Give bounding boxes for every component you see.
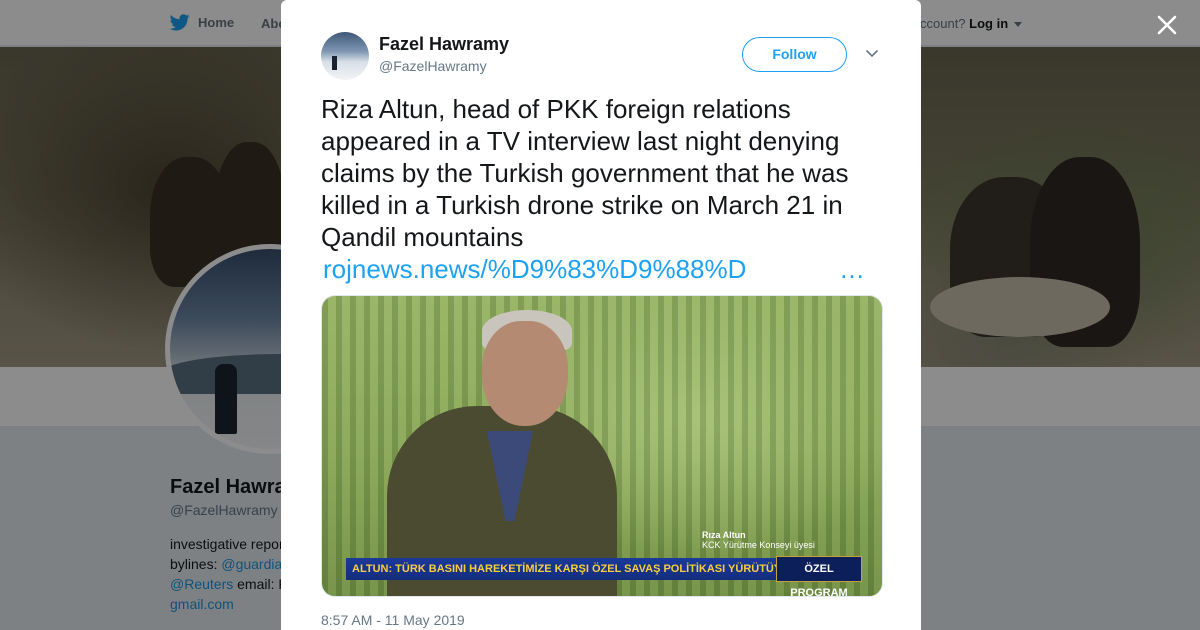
media-person-head <box>482 321 568 426</box>
avatar-figure <box>332 56 337 70</box>
media-program-label: ÖZEL PROGRAM <box>776 556 862 596</box>
media-caption-subtitle: KCK Yürütme Konseyi üyesi <box>702 540 815 550</box>
media-caption-name: Rıza Altun <box>702 530 746 540</box>
tweet-author-avatar[interactable] <box>321 32 369 80</box>
tweet-author-handle[interactable]: @FazelHawramy <box>379 58 487 74</box>
tweet-link[interactable]: rojnews.news/%D9%83%D9%88%D <box>323 253 746 285</box>
tweet-modal: Fazel Hawramy @FazelHawramy Follow Riza … <box>281 0 921 630</box>
chevron-down-icon[interactable] <box>865 48 879 60</box>
channel-logo <box>334 306 358 318</box>
close-icon[interactable] <box>1156 14 1178 36</box>
media-news-ticker: ALTUN: TÜRK BASINI HAREKETİMİZE KARŞI ÖZ… <box>346 558 798 580</box>
tweet-timestamp[interactable]: 8:57 AM - 11 May 2019 <box>321 612 465 628</box>
tweet-author-name[interactable]: Fazel Hawramy <box>379 34 509 55</box>
tweet-link-ellipsis[interactable]: … <box>839 253 865 285</box>
follow-button[interactable]: Follow <box>742 37 847 72</box>
tweet-media-image[interactable]: Rıza Altun KCK Yürütme Konseyi üyesi ALT… <box>321 295 883 597</box>
tweet-text: Riza Altun, head of PKK foreign relation… <box>321 94 849 252</box>
